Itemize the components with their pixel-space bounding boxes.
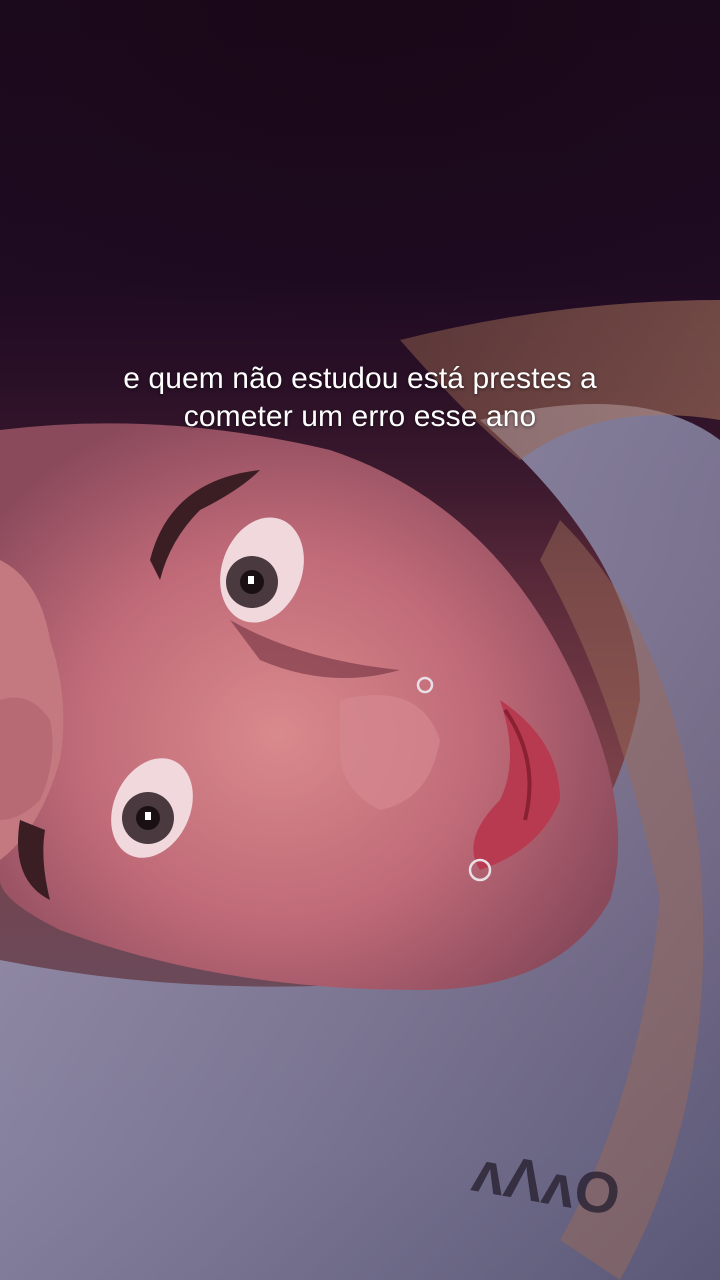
- caption-line-2: cometer um erro esse ano: [183, 400, 537, 433]
- selfie-photo: ᴧΛᴧO: [0, 0, 720, 1280]
- caption-line-1: e quem não estudou está prestes a: [123, 362, 597, 395]
- video-caption: e quem não estudou está prestes a comete…: [60, 360, 660, 436]
- video-frame[interactable]: ᴧΛᴧO e quem não estudou está prestes a c…: [0, 0, 720, 1280]
